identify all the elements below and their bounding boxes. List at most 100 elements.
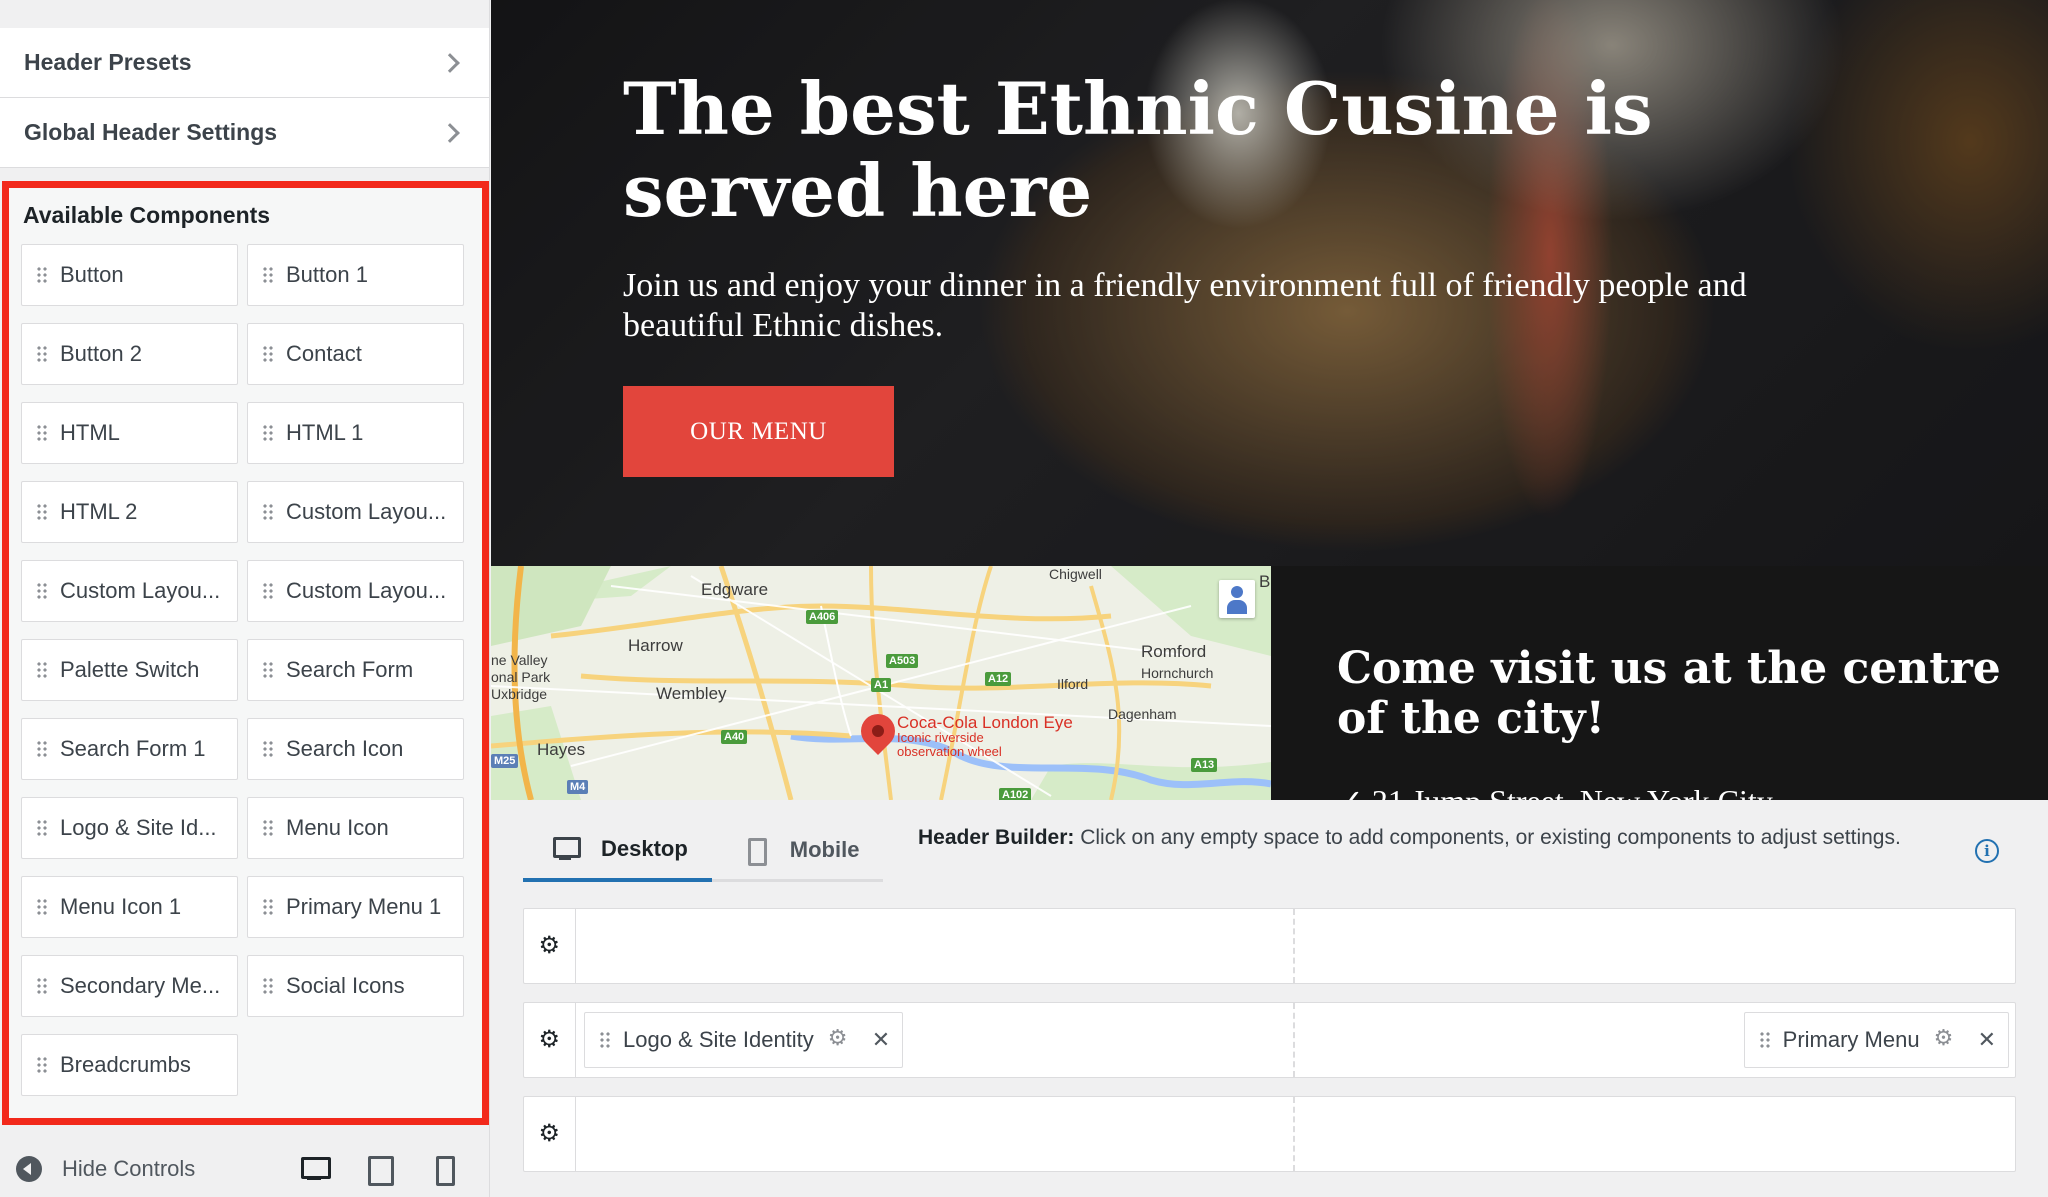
component-tile[interactable]: Primary Menu 1: [247, 876, 464, 938]
header-row-bottom[interactable]: [523, 1096, 2016, 1172]
map-label: Chigwell: [1049, 566, 1102, 582]
gear-icon[interactable]: [828, 1025, 850, 1053]
info-icon[interactable]: i: [1975, 839, 1999, 863]
component-tile-label: HTML: [60, 420, 120, 445]
component-tile[interactable]: Menu Icon 1: [21, 876, 238, 938]
component-tile[interactable]: Custom Layou...: [247, 481, 464, 543]
component-tile-label: Button 1: [286, 262, 368, 287]
component-tile[interactable]: Palette Switch: [21, 639, 238, 701]
component-tile[interactable]: Menu Icon: [247, 797, 464, 859]
component-tile[interactable]: Custom Layou...: [247, 560, 464, 622]
row-divider: [1293, 1097, 1295, 1171]
map-label: Wembley: [656, 684, 727, 703]
tab-label: Desktop: [601, 836, 688, 861]
placed-component-logo[interactable]: Logo & Site Identity ✕: [584, 1012, 904, 1068]
poi-description: observation wheel: [897, 744, 1002, 759]
desktop-preview-icon[interactable]: [300, 1154, 331, 1182]
component-tile-label: Custom Layou...: [286, 578, 447, 603]
component-tile[interactable]: Search Icon: [247, 718, 464, 780]
component-tile[interactable]: Logo & Site Id...: [21, 797, 238, 859]
hero-title: The best Ethnic Cusine is served here: [623, 66, 1653, 233]
component-tile[interactable]: Search Form 1: [21, 718, 238, 780]
map-label: B: [1259, 572, 1271, 591]
road-badge: M25: [491, 754, 519, 768]
tab-label: Mobile: [789, 836, 860, 862]
drag-handle-icon: [262, 582, 274, 600]
map-poi-label[interactable]: Coca-Cola London Eye Iconic riverside ob…: [897, 714, 1073, 759]
header-builder-help-text: Header Builder: Click on any empty space…: [918, 822, 1918, 853]
component-tile[interactable]: Button 1: [247, 244, 464, 306]
road-badge: A13: [1191, 758, 1218, 772]
gear-icon: [539, 931, 561, 959]
mobile-preview-icon[interactable]: [428, 1154, 456, 1186]
visit-us-section: Come visit us at the centre of the city!…: [1271, 566, 2048, 800]
row-settings-button[interactable]: [524, 1003, 576, 1077]
gear-icon[interactable]: [1934, 1025, 1956, 1053]
map-label: ne Valley: [491, 652, 548, 668]
hero-content: The best Ethnic Cusine is served here Jo…: [623, 68, 1873, 477]
tablet-preview-icon[interactable]: [364, 1154, 394, 1186]
header-row-top[interactable]: [523, 908, 2016, 984]
tab-mobile[interactable]: Mobile: [711, 820, 884, 882]
component-tile[interactable]: Button: [21, 244, 238, 306]
component-tile[interactable]: HTML 1: [247, 402, 464, 464]
drag-handle-icon: [36, 898, 48, 916]
collapse-arrow-icon: [16, 1155, 42, 1182]
hero-section: The best Ethnic Cusine is served here Jo…: [491, 0, 2048, 566]
row-settings-button[interactable]: [524, 1097, 576, 1171]
component-tile[interactable]: Custom Layou...: [21, 560, 238, 622]
drag-handle-icon[interactable]: [1758, 1031, 1771, 1049]
hide-controls-button[interactable]: Hide Controls: [16, 1155, 195, 1182]
visit-address: ✓ 21 Jump Street, New York City: [1337, 782, 1773, 800]
component-tile[interactable]: Button 2: [21, 323, 238, 385]
map-label: Harrow: [628, 636, 683, 655]
drag-handle-icon: [36, 266, 48, 284]
nav-label: Global Header Settings: [24, 119, 278, 145]
drag-handle-icon: [262, 740, 274, 758]
drag-handle-icon: [36, 424, 48, 442]
nav-header-presets[interactable]: Header Presets: [0, 28, 489, 98]
component-tile[interactable]: HTML: [21, 402, 238, 464]
poi-description: Iconic riverside: [897, 730, 984, 745]
component-tile[interactable]: Contact: [247, 323, 464, 385]
drag-handle-icon: [262, 977, 274, 995]
close-icon[interactable]: ✕: [872, 1029, 890, 1051]
nav-global-header-settings[interactable]: Global Header Settings: [0, 98, 489, 168]
embedded-map[interactable]: Chigwell Edgware Harrow ne Valley onal P…: [491, 566, 1271, 800]
header-row-main[interactable]: Logo & Site Identity ✕ Primary Menu ✕: [523, 1002, 2016, 1078]
road-badge: A1: [871, 678, 892, 692]
our-menu-button[interactable]: OUR MENU: [623, 386, 894, 477]
tab-desktop[interactable]: Desktop: [523, 820, 712, 882]
drag-handle-icon: [262, 819, 274, 837]
drag-handle-icon: [36, 977, 48, 995]
chevron-right-icon: [440, 122, 460, 143]
drag-handle-icon[interactable]: [599, 1031, 611, 1049]
component-tile-label: Logo & Site Id...: [60, 815, 217, 840]
hero-subtitle: Join us and enjoy your dinner in a frien…: [623, 267, 1747, 344]
component-tile[interactable]: Social Icons: [247, 955, 464, 1017]
drag-handle-icon: [36, 582, 48, 600]
gear-icon: [539, 1119, 561, 1147]
drag-handle-icon: [36, 740, 48, 758]
component-tile-label: HTML 1: [286, 420, 364, 445]
customizer-sidebar: Header Presets Global Header Settings Av…: [0, 0, 490, 1197]
placed-component-primary-menu[interactable]: Primary Menu ✕: [1743, 1012, 2009, 1068]
road-badge: A503: [886, 654, 919, 668]
map-label: Hayes: [537, 740, 586, 759]
close-icon[interactable]: ✕: [1978, 1029, 1996, 1051]
road-badge: A102: [999, 788, 1032, 800]
component-tile-label: Menu Icon: [286, 815, 389, 840]
component-tile[interactable]: HTML 2: [21, 481, 238, 543]
row-settings-button[interactable]: [524, 909, 576, 983]
component-tile[interactable]: Breadcrumbs: [21, 1034, 238, 1096]
available-components-title: Available Components: [23, 202, 271, 228]
map-label: Dagenham: [1108, 706, 1177, 722]
component-tile[interactable]: Search Form: [247, 639, 464, 701]
drag-handle-icon: [36, 819, 48, 837]
map-label: Uxbridge: [491, 686, 548, 702]
mobile-icon: [742, 836, 772, 866]
component-tile[interactable]: Secondary Me...: [21, 955, 238, 1017]
poi-name: Coca-Cola London Eye: [897, 713, 1073, 732]
street-view-pegman-icon[interactable]: [1219, 580, 1255, 618]
component-label: Primary Menu: [1782, 1027, 1920, 1052]
